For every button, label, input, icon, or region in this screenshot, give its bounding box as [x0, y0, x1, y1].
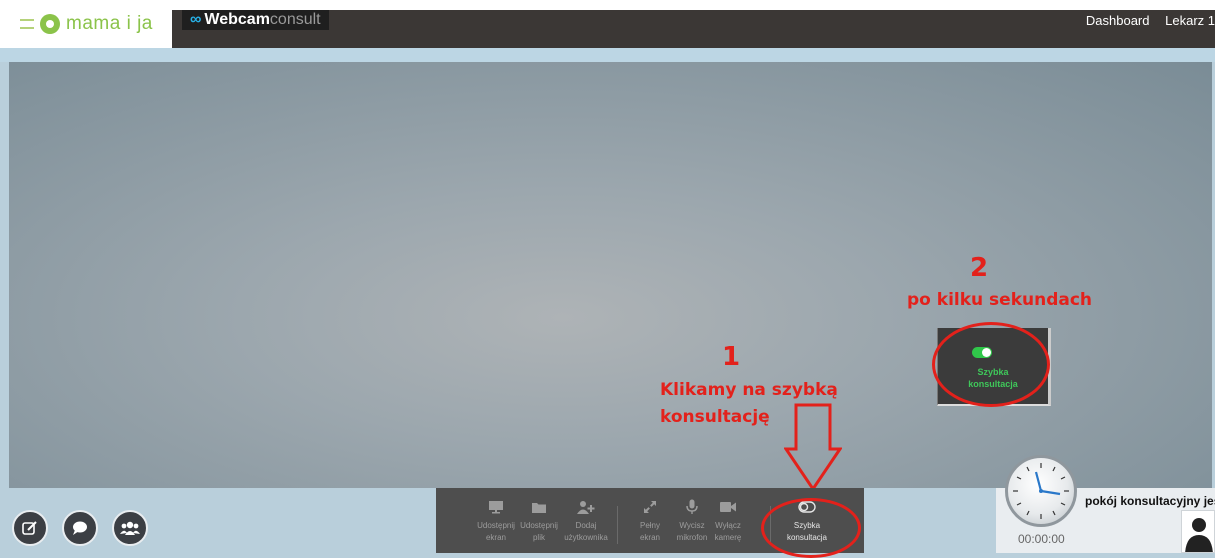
share-screen-label-1: Udostępnij [477, 521, 515, 530]
annotation-step2-number: 2 [970, 253, 989, 283]
mute-mic-label-2: mikrofon [676, 533, 708, 542]
share-file-label-1: Udostępnij [520, 521, 558, 530]
highlight-ellipse-button [761, 498, 861, 558]
brand-circle-icon [40, 14, 60, 34]
nav-dashboard-link[interactable]: Dashboard [1086, 13, 1150, 28]
highlight-ellipse-preview [932, 322, 1050, 407]
toolbar-separator [617, 506, 618, 544]
add-user-label-1: Dodaj [575, 521, 597, 530]
logo-text-strong: Webcam [204, 11, 270, 28]
clock-icon [1005, 455, 1077, 527]
annotation-step1-number: 1 [722, 342, 741, 372]
monitor-icon [489, 501, 503, 514]
annotation-step2-text: po kilku sekundach [907, 290, 1093, 310]
nav-links: Dashboard Lekarz 1 [1074, 13, 1215, 28]
mute-mic-label-1: Wycisz [679, 521, 705, 530]
infinity-icon: ∞ [190, 11, 202, 28]
room-status-text: pokój konsultacyjny jest [1085, 494, 1215, 508]
header-divider [0, 48, 1215, 62]
add-user-icon [577, 501, 595, 514]
fullscreen-button[interactable]: Pełny ekran [632, 488, 668, 553]
chat-button[interactable] [62, 510, 98, 546]
chat-icon [73, 521, 87, 535]
app-header: ∞ Webcam consult Dashboard Lekarz 1 [172, 10, 1215, 48]
brand-logo-area[interactable]: mama i ja [0, 0, 172, 48]
mute-mic-button[interactable]: Wycisz mikrofon [672, 488, 712, 553]
add-user-label-2: użytkownika [564, 533, 608, 542]
annotation-step1-line1: Klikamy na szybką [660, 380, 838, 400]
camera-off-label-2: kamerę [714, 533, 742, 542]
avatar-silhouette-icon [1185, 518, 1213, 552]
share-screen-label-2: ekran [485, 533, 506, 542]
down-arrow-annotation [784, 403, 842, 492]
share-screen-button[interactable]: Udostępnij ekran [472, 488, 520, 553]
camera-off-label-1: Wyłącz [715, 521, 741, 530]
fullscreen-label-2: ekran [639, 533, 660, 542]
logo-text-light: consult [269, 11, 321, 28]
edit-notes-button[interactable] [12, 510, 48, 546]
folder-icon [532, 503, 546, 513]
users-icon [120, 521, 140, 535]
share-file-button[interactable]: Udostępnij plik [515, 488, 563, 553]
participants-button[interactable] [112, 510, 148, 546]
clock-face [1013, 463, 1069, 519]
edit-icon [22, 521, 37, 535]
video-stage [9, 62, 1212, 488]
fullscreen-label-1: Pełny [639, 521, 660, 530]
webcamconsult-logo[interactable]: ∞ Webcam consult [182, 10, 329, 30]
add-user-button[interactable]: Dodaj użytkownika [560, 488, 612, 553]
call-timer: 00:00:00 [1018, 532, 1065, 546]
brand-lines-icon [20, 19, 34, 29]
brand-name: mama i ja [66, 13, 153, 34]
expand-icon [644, 501, 656, 513]
user-avatar [1181, 510, 1215, 553]
nav-user-menu[interactable]: Lekarz 1 [1165, 13, 1215, 28]
camera-icon [720, 502, 736, 512]
microphone-icon [686, 499, 698, 514]
share-file-label-2: plik [532, 533, 545, 542]
camera-off-button[interactable]: Wyłącz kamerę [708, 488, 748, 553]
